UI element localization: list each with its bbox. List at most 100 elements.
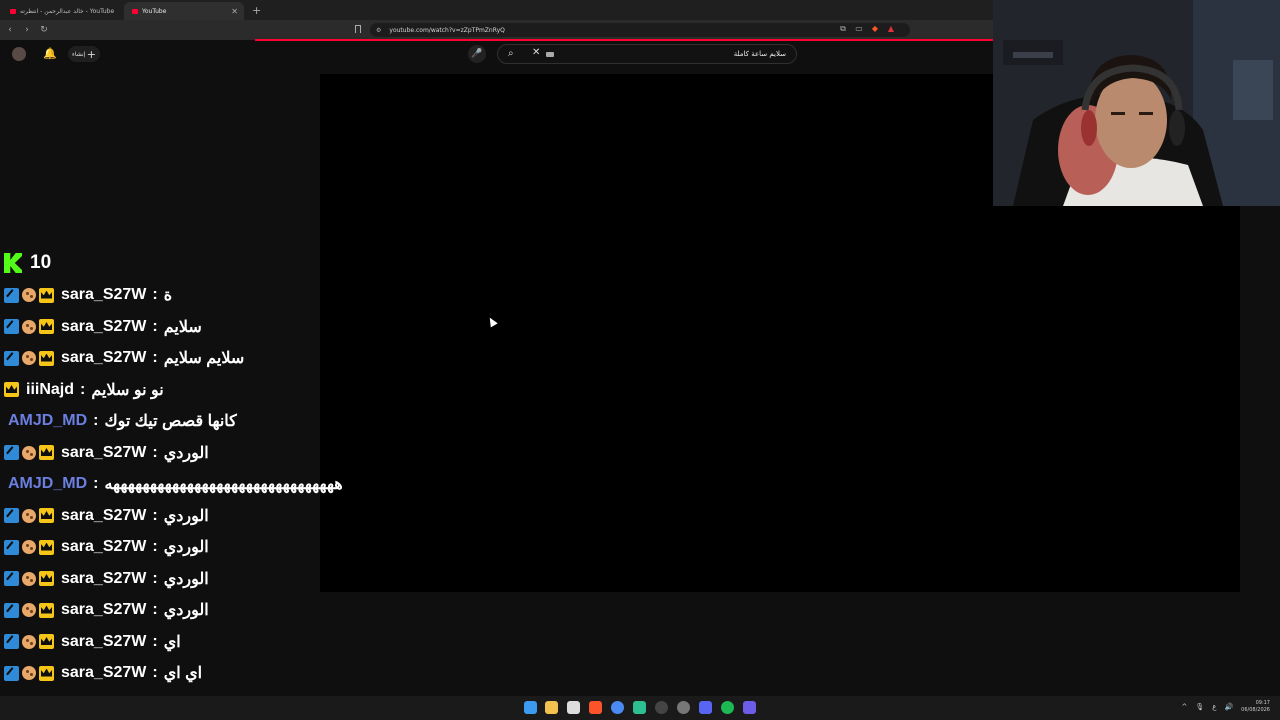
- search-input[interactable]: ⌕ ✕ سلايم ساعة كاملة: [497, 44, 797, 64]
- chat-username[interactable]: sara_S27W: [61, 538, 146, 556]
- chat-message: sara_S27W: الوردي: [4, 441, 209, 465]
- windows-icon[interactable]: [524, 701, 537, 714]
- language-icon[interactable]: ع: [1212, 703, 1216, 711]
- youtube-favicon-icon: [10, 8, 16, 14]
- address-bar[interactable]: ⚙ youtube.com/watch?v=zZpTPmZnRyQ: [370, 23, 910, 37]
- forward-icon[interactable]: ›: [20, 25, 34, 35]
- chat-username[interactable]: sara_S27W: [61, 601, 146, 619]
- cast-icon[interactable]: ▭: [854, 24, 864, 34]
- chat-username[interactable]: sara_S27W: [61, 286, 146, 304]
- cookie-badge-icon: [22, 319, 36, 334]
- chat-username[interactable]: sara_S27W: [61, 318, 146, 336]
- browser-tab-active[interactable]: YouTube ✕: [124, 2, 244, 20]
- browser-tab[interactable]: خالد عبدالرحمن - انتظرته - YouTube: [2, 2, 124, 20]
- clock-time: 09:17: [1255, 700, 1270, 706]
- moderator-badge-icon: [4, 571, 19, 586]
- chat-username[interactable]: sara_S27W: [61, 507, 146, 525]
- site-info-icon[interactable]: ⚙: [376, 27, 381, 34]
- chevron-up-icon[interactable]: ^: [1182, 703, 1188, 711]
- brave-shields-icon[interactable]: ◆: [870, 24, 880, 34]
- chat-username[interactable]: sara_S27W: [61, 633, 146, 651]
- url-text: youtube.com/watch?v=zZpTPmZnRyQ: [389, 26, 505, 34]
- close-icon[interactable]: ✕: [532, 47, 540, 58]
- crown-badge-icon: [39, 350, 54, 366]
- moderator-badge-icon: [4, 634, 19, 649]
- chat-separator: :: [152, 601, 158, 618]
- tab-title: YouTube: [142, 7, 167, 15]
- cookie-badge-icon: [22, 351, 36, 365]
- moderator-badge-icon: [4, 445, 19, 460]
- crown-badge-icon: [39, 571, 54, 586]
- moderator-badge-icon: [4, 665, 19, 681]
- windows-taskbar: ^ 🎙 ع 🔊 09:17 06/08/2026: [0, 696, 1280, 720]
- reload-icon[interactable]: ↻: [37, 25, 51, 35]
- chat-message: AMJD_MD: هههههههههههههههههههههههههههههههه: [8, 472, 343, 496]
- chat-separator: :: [152, 286, 158, 303]
- back-icon[interactable]: ‹: [3, 25, 17, 35]
- chat-username[interactable]: sara_S27W: [61, 664, 146, 682]
- chat-separator: :: [152, 317, 158, 335]
- app-icon[interactable]: [633, 701, 646, 714]
- chat-separator: :: [80, 380, 86, 398]
- brave-rewards-icon[interactable]: ▲: [886, 24, 896, 34]
- chat-username[interactable]: AMJD_MD: [8, 475, 87, 493]
- kick-logo-icon: [4, 253, 22, 273]
- chat-separator: :: [152, 538, 158, 555]
- mic-tray-icon[interactable]: 🎙: [1195, 703, 1204, 711]
- chat-message: sara_S27W: سلايم: [4, 315, 202, 339]
- chat-message: sara_S27W: سلايم سلايم: [4, 346, 244, 370]
- chat-username[interactable]: sara_S27W: [61, 349, 146, 367]
- translate-icon[interactable]: ⧉: [838, 24, 848, 34]
- search-icon[interactable]: ⌕: [508, 48, 514, 59]
- moderator-badge-icon: [4, 319, 19, 334]
- chat-username[interactable]: sara_S27W: [61, 444, 146, 462]
- settings-icon[interactable]: [677, 701, 690, 714]
- chat-username[interactable]: iiiNajd: [26, 381, 74, 399]
- file-explorer-icon[interactable]: [545, 701, 558, 714]
- new-tab-button[interactable]: +: [252, 4, 261, 17]
- crown-badge-icon: [39, 287, 54, 303]
- chat-separator: :: [152, 506, 158, 524]
- chat-username[interactable]: AMJD_MD: [8, 412, 87, 430]
- chrome-icon[interactable]: [611, 701, 624, 714]
- chat-message-text: سلايم سلايم: [163, 350, 245, 367]
- obs-icon[interactable]: [655, 701, 668, 714]
- chat-message-text: الوردي: [163, 444, 209, 462]
- discord-icon[interactable]: [699, 701, 712, 714]
- chat-username[interactable]: sara_S27W: [61, 570, 146, 588]
- tab-title: خالد عبدالرحمن - انتظرته - YouTube: [20, 7, 115, 15]
- mic-icon[interactable]: 🎤: [468, 45, 486, 63]
- chat-message-text: كانها قصص تيك توك: [104, 413, 237, 430]
- close-tab-icon[interactable]: ✕: [231, 7, 238, 16]
- moderator-badge-icon: [4, 287, 19, 303]
- crown-badge-icon: [39, 602, 54, 618]
- create-label: إنشاء: [72, 50, 86, 58]
- bell-icon[interactable]: 🔔: [43, 47, 57, 60]
- create-button[interactable]: إنشاء +: [68, 46, 100, 62]
- chat-message-text: نو نو سلايم: [91, 381, 164, 399]
- chat-message-text: ة: [163, 287, 173, 304]
- bookmark-icon[interactable]: [355, 25, 361, 33]
- cookie-badge-icon: [22, 603, 36, 617]
- chat-message-text: هههههههههههههههههههههههههههههههه: [104, 476, 343, 493]
- crown-badge-icon: [39, 319, 54, 334]
- calendar-icon[interactable]: [567, 701, 580, 714]
- chat-message-text: اي: [163, 633, 181, 651]
- chat-separator: :: [152, 632, 158, 650]
- spotify-icon[interactable]: [721, 701, 734, 714]
- chat-message: sara_S27W: الوردي: [4, 598, 209, 622]
- moderator-badge-icon: [4, 539, 19, 555]
- app2-icon[interactable]: [743, 701, 756, 714]
- brave-icon[interactable]: [589, 701, 602, 714]
- chat-message-text: الوردي: [163, 539, 209, 556]
- keyboard-icon[interactable]: [546, 52, 554, 57]
- youtube-favicon-icon: [132, 8, 138, 14]
- volume-icon[interactable]: 🔊: [1224, 703, 1233, 711]
- clock[interactable]: 09:17 06/08/2026: [1241, 700, 1270, 714]
- cookie-badge-icon: [22, 445, 36, 460]
- chat-message-text: اي اي: [163, 665, 203, 682]
- avatar[interactable]: [12, 47, 26, 61]
- chat-message: sara_S27W: اي: [4, 630, 181, 654]
- chat-message: sara_S27W: الوردي: [4, 567, 209, 591]
- system-tray: ^ 🎙 ع 🔊 09:17 06/08/2026: [1182, 700, 1271, 714]
